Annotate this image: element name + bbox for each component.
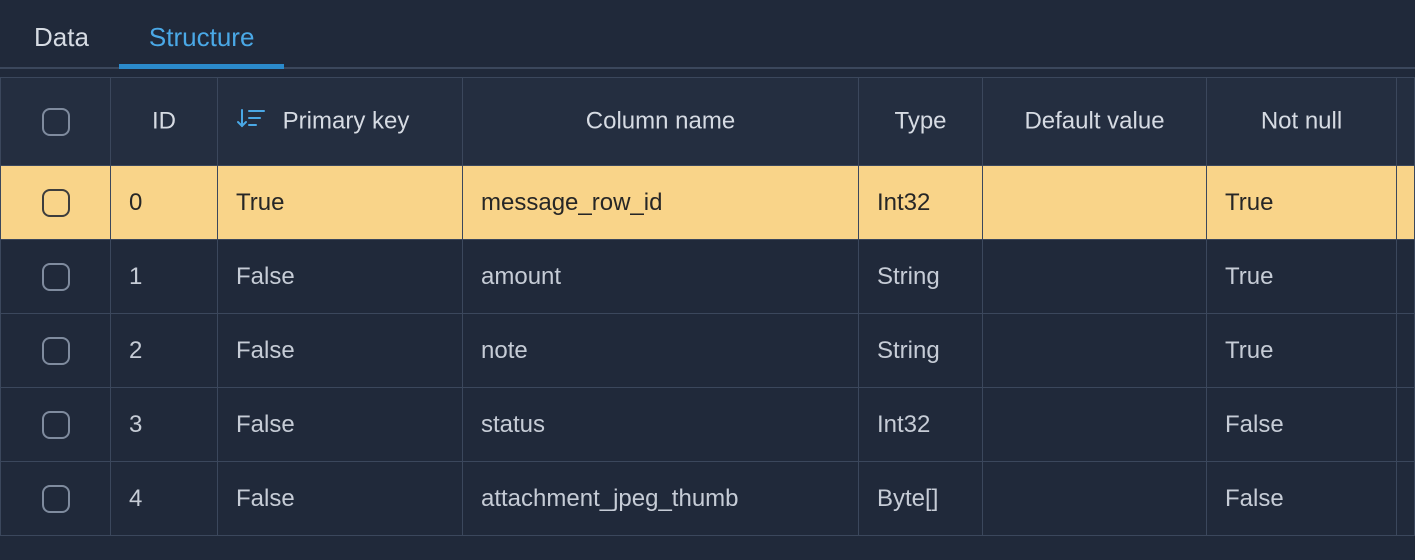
header-primary-key[interactable]: Primary key: [218, 78, 463, 166]
cell-column-name[interactable]: message_row_id: [463, 166, 859, 240]
cell-type[interactable]: Int32: [859, 166, 983, 240]
header-select-all[interactable]: [1, 78, 111, 166]
row-checkbox-cell[interactable]: [1, 314, 111, 388]
table-row[interactable]: 2FalsenoteString True: [1, 314, 1415, 388]
checkbox-icon: [42, 108, 70, 136]
cell-column-name[interactable]: attachment_jpeg_thumb: [463, 462, 859, 536]
table-row[interactable]: 1FalseamountString True: [1, 240, 1415, 314]
cell-not-null[interactable]: False: [1207, 388, 1397, 462]
header-type[interactable]: Type: [859, 78, 983, 166]
cell-default-value[interactable]: [983, 388, 1207, 462]
table-header: ID Primary key Column: [1, 78, 1415, 166]
tab-bar: Data Structure: [0, 0, 1415, 69]
cell-not-null[interactable]: False: [1207, 462, 1397, 536]
cell-column-name[interactable]: status: [463, 388, 859, 462]
cell-spacer: [1397, 388, 1415, 462]
table-row[interactable]: 3FalsestatusInt32False: [1, 388, 1415, 462]
checkbox-icon: [42, 263, 70, 291]
cell-id[interactable]: 0: [111, 166, 218, 240]
sort-asc-icon: [236, 106, 266, 137]
cell-spacer: [1397, 314, 1415, 388]
cell-primary-key[interactable]: False: [218, 388, 463, 462]
cell-column-name[interactable]: amount: [463, 240, 859, 314]
cell-spacer: [1397, 240, 1415, 314]
cell-type[interactable]: String: [859, 240, 983, 314]
header-default-value[interactable]: Default value: [983, 78, 1207, 166]
cell-spacer: [1397, 462, 1415, 536]
cell-default-value[interactable]: [983, 240, 1207, 314]
cell-primary-key[interactable]: False: [218, 462, 463, 536]
header-not-null[interactable]: Not null: [1207, 78, 1397, 166]
cell-not-null[interactable]: True: [1207, 166, 1397, 240]
cell-default-value[interactable]: [983, 462, 1207, 536]
cell-primary-key[interactable]: False: [218, 240, 463, 314]
cell-default-value[interactable]: [983, 314, 1207, 388]
structure-table-container: ID Primary key Column: [0, 69, 1415, 536]
structure-table: ID Primary key Column: [0, 77, 1415, 536]
cell-type[interactable]: Int32: [859, 388, 983, 462]
cell-id[interactable]: 4: [111, 462, 218, 536]
row-checkbox-cell[interactable]: [1, 240, 111, 314]
table-body: 0Truemessage_row_idInt32True1Falseamount…: [1, 166, 1415, 536]
checkbox-icon: [42, 485, 70, 513]
table-row[interactable]: 0Truemessage_row_idInt32True: [1, 166, 1415, 240]
cell-default-value[interactable]: [983, 166, 1207, 240]
row-checkbox-cell[interactable]: [1, 166, 111, 240]
cell-id[interactable]: 3: [111, 388, 218, 462]
checkbox-icon: [42, 337, 70, 365]
cell-not-null[interactable]: True: [1207, 314, 1397, 388]
cell-id[interactable]: 1: [111, 240, 218, 314]
cell-not-null[interactable]: True: [1207, 240, 1397, 314]
header-spacer: [1397, 78, 1415, 166]
checkbox-icon: [42, 189, 70, 217]
tab-data[interactable]: Data: [4, 4, 119, 67]
cell-spacer: [1397, 166, 1415, 240]
cell-id[interactable]: 2: [111, 314, 218, 388]
cell-primary-key[interactable]: False: [218, 314, 463, 388]
header-id[interactable]: ID: [111, 78, 218, 166]
cell-type[interactable]: Byte[]: [859, 462, 983, 536]
row-checkbox-cell[interactable]: [1, 462, 111, 536]
row-checkbox-cell[interactable]: [1, 388, 111, 462]
checkbox-icon: [42, 411, 70, 439]
tab-structure[interactable]: Structure: [119, 4, 285, 67]
cell-type[interactable]: String: [859, 314, 983, 388]
cell-primary-key[interactable]: True: [218, 166, 463, 240]
table-row[interactable]: 4Falseattachment_jpeg_thumbByte[]False: [1, 462, 1415, 536]
header-column-name[interactable]: Column name: [463, 78, 859, 166]
cell-column-name[interactable]: note: [463, 314, 859, 388]
